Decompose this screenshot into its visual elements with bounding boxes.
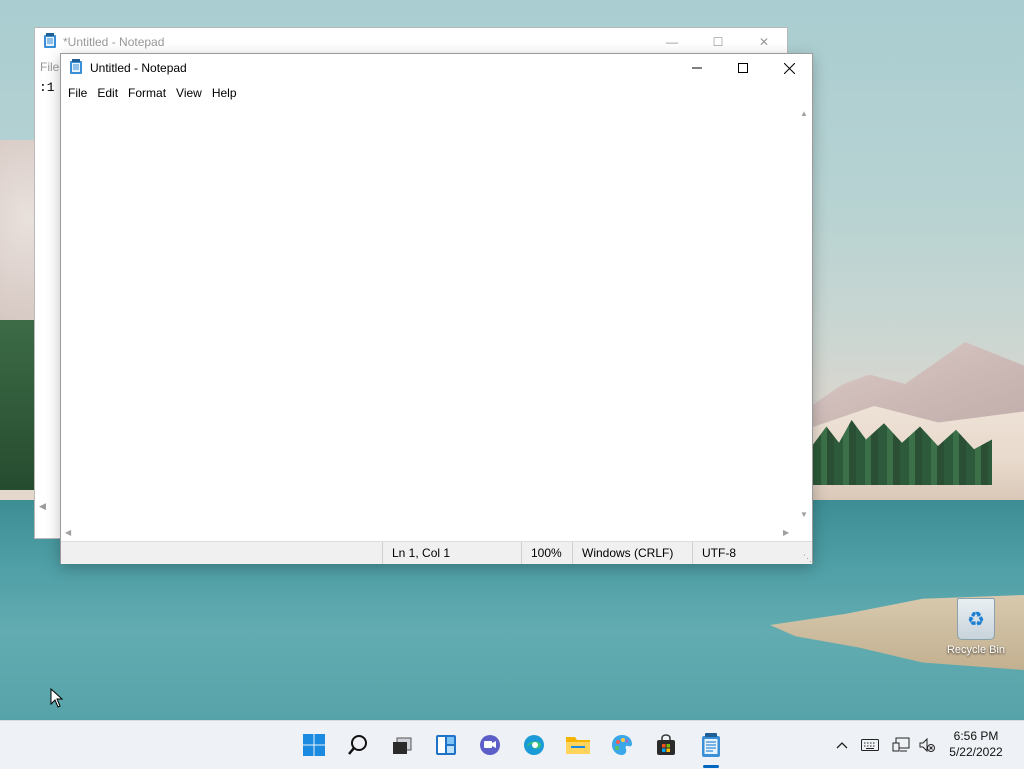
start-button[interactable] bbox=[298, 729, 330, 761]
minimize-icon bbox=[692, 67, 702, 69]
notepad-icon bbox=[43, 32, 57, 52]
title-bar[interactable]: Untitled - Notepad bbox=[61, 54, 812, 82]
photos-button[interactable] bbox=[606, 729, 638, 761]
store-icon bbox=[657, 734, 675, 755]
edge-button[interactable] bbox=[518, 729, 550, 761]
search-icon bbox=[348, 735, 367, 755]
recycle-bin-icon: ♻ bbox=[957, 598, 995, 640]
task-view-button[interactable] bbox=[386, 729, 418, 761]
file-explorer-button[interactable] bbox=[562, 729, 594, 761]
notepad-window[interactable]: Untitled - Notepad File Edit Format View… bbox=[60, 53, 813, 564]
desktop-wallpaper: *Untitled - Notepad — ☐ ✕ File :1 ◀ Unti… bbox=[0, 0, 1024, 720]
menu-view[interactable]: View bbox=[171, 82, 207, 104]
scroll-right-arrow-icon[interactable]: ▶ bbox=[783, 529, 789, 537]
widgets-button[interactable] bbox=[430, 729, 462, 761]
close-icon bbox=[783, 62, 795, 74]
network-button[interactable] bbox=[891, 721, 911, 769]
menu-file[interactable]: File bbox=[63, 82, 92, 104]
close-icon: ✕ bbox=[758, 35, 770, 49]
clock-time: 6:56 PM bbox=[953, 729, 999, 743]
widgets-icon bbox=[436, 735, 456, 755]
volume-muted-icon bbox=[919, 737, 935, 753]
chat-button[interactable] bbox=[474, 729, 506, 761]
vertical-scrollbar[interactable]: ▲ ▼ bbox=[796, 104, 812, 525]
show-hidden-icons-button[interactable] bbox=[832, 721, 852, 769]
status-zoom: 100% bbox=[521, 542, 572, 564]
keyboard-icon bbox=[861, 739, 879, 751]
title-bar[interactable]: *Untitled - Notepad — ☐ ✕ bbox=[35, 28, 787, 56]
network-icon bbox=[892, 737, 910, 752]
menu-file[interactable]: File bbox=[40, 60, 59, 74]
search-button[interactable] bbox=[342, 729, 374, 761]
recycle-bin-label: Recycle Bin bbox=[946, 644, 1006, 656]
minimize-icon: — bbox=[666, 35, 678, 49]
scroll-left-arrow-icon[interactable]: ◀ bbox=[39, 501, 46, 512]
status-position: Ln 1, Col 1 bbox=[382, 542, 521, 564]
notepad-taskbar-button[interactable] bbox=[695, 729, 727, 761]
file-explorer-icon bbox=[566, 737, 590, 754]
start-icon bbox=[303, 734, 325, 756]
close-button[interactable]: ✕ bbox=[741, 28, 787, 56]
chat-icon bbox=[480, 735, 500, 755]
recycle-bin[interactable]: ♻ Recycle Bin bbox=[944, 598, 1008, 656]
menu-format[interactable]: Format bbox=[123, 82, 171, 104]
clock-date: 5/22/2022 bbox=[949, 745, 1003, 759]
status-bar: Ln 1, Col 1 100% Windows (CRLF) UTF-8 ⋱ bbox=[61, 541, 812, 564]
menu-help[interactable]: Help bbox=[207, 82, 242, 104]
editor-text[interactable]: :1 bbox=[39, 80, 55, 95]
scroll-up-arrow-icon[interactable]: ▲ bbox=[800, 110, 808, 118]
maximize-button[interactable] bbox=[720, 54, 766, 82]
close-button[interactable] bbox=[766, 54, 812, 82]
volume-button[interactable] bbox=[917, 721, 937, 769]
task-view-icon bbox=[393, 737, 412, 754]
menu-bar: File Edit Format View Help bbox=[61, 82, 812, 104]
text-editor[interactable] bbox=[61, 104, 796, 525]
notepad-icon bbox=[702, 733, 720, 757]
minimize-button[interactable]: — bbox=[649, 28, 695, 56]
chevron-up-icon bbox=[836, 742, 848, 749]
status-encoding: UTF-8 bbox=[692, 542, 796, 564]
window-title: Untitled - Notepad bbox=[90, 61, 187, 75]
horizontal-scrollbar[interactable]: ◀ ▶ bbox=[61, 525, 796, 541]
store-button[interactable] bbox=[650, 729, 682, 761]
scroll-left-arrow-icon[interactable]: ◀ bbox=[65, 529, 71, 537]
notepad-icon bbox=[69, 58, 83, 78]
clock[interactable]: 6:56 PM 5/22/2022 bbox=[940, 728, 1012, 760]
taskbar: 6:56 PM 5/22/2022 bbox=[0, 720, 1024, 769]
resize-grip-icon[interactable]: ⋱ bbox=[796, 542, 812, 564]
edge-icon bbox=[524, 735, 544, 755]
mouse-cursor-icon bbox=[50, 688, 64, 708]
photos-icon bbox=[612, 735, 632, 755]
minimize-button[interactable] bbox=[674, 54, 720, 82]
scroll-down-arrow-icon[interactable]: ▼ bbox=[800, 511, 808, 519]
maximize-button[interactable]: ☐ bbox=[695, 28, 741, 56]
keyboard-button[interactable] bbox=[859, 721, 881, 769]
menu-edit[interactable]: Edit bbox=[92, 82, 123, 104]
scrollbar-corner bbox=[796, 525, 812, 541]
maximize-icon: ☐ bbox=[712, 35, 724, 49]
status-line-ending: Windows (CRLF) bbox=[572, 542, 692, 564]
window-title: *Untitled - Notepad bbox=[63, 35, 165, 49]
maximize-icon bbox=[738, 63, 748, 73]
